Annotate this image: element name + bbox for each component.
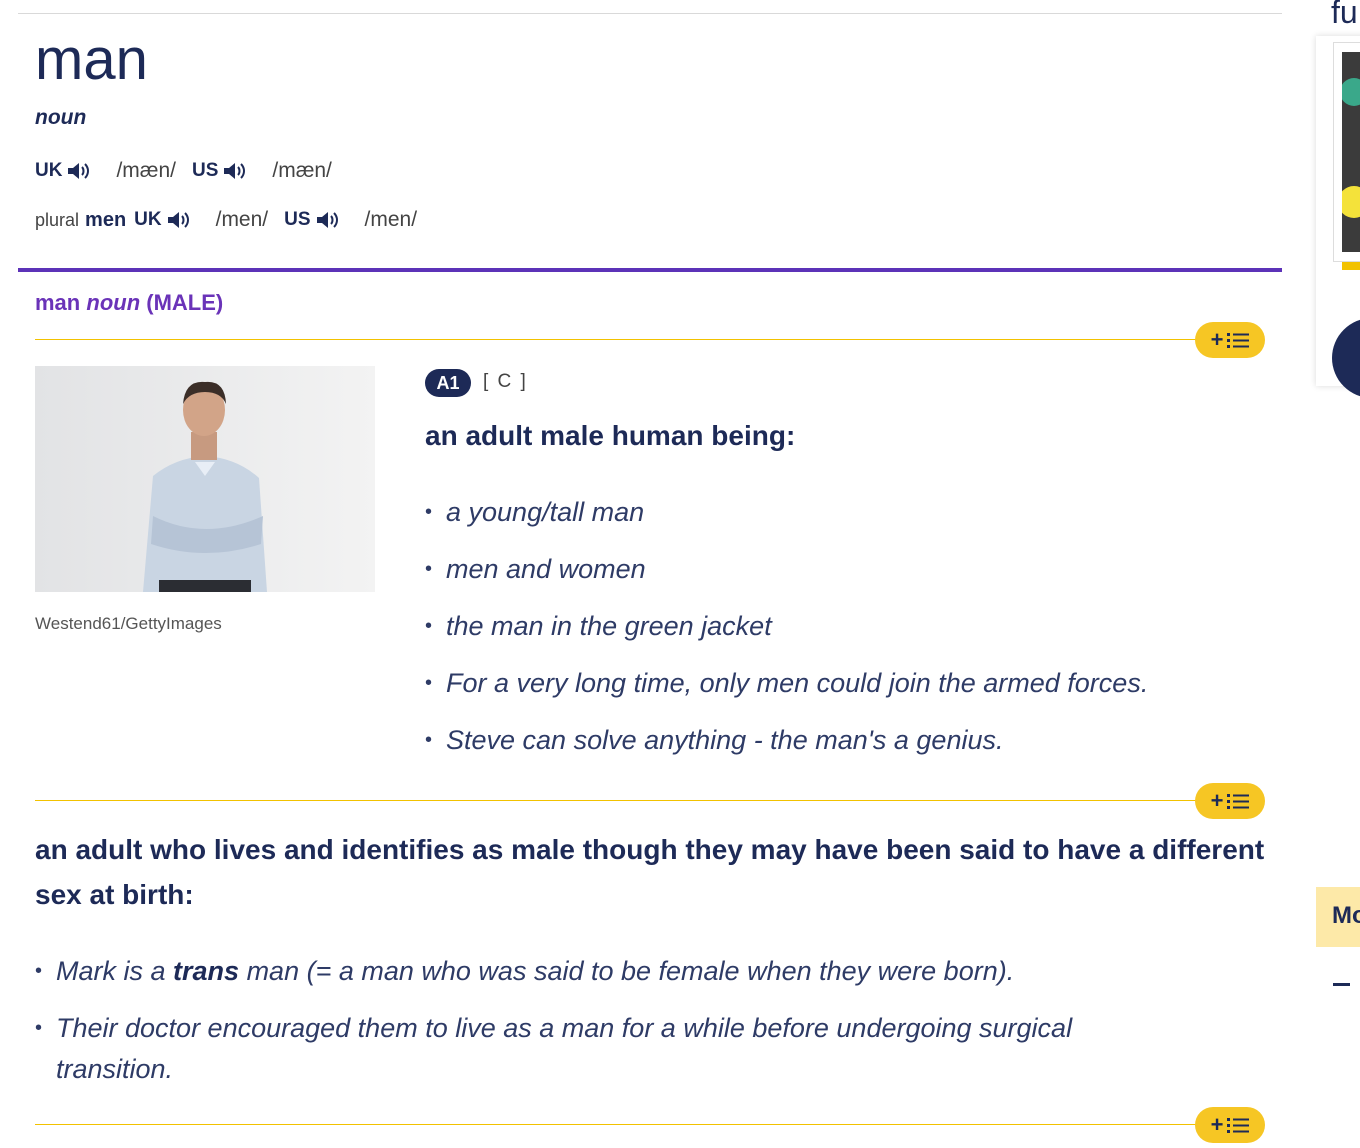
speaker-icon[interactable]: [164, 208, 194, 232]
sense-title: man noun (MALE): [35, 290, 223, 316]
sidebar-accent-bar: [1342, 262, 1360, 270]
speaker-icon[interactable]: [313, 208, 343, 232]
example-list: Mark is a trans man (= a man who was sai…: [35, 951, 1185, 1090]
plural-form: men: [85, 208, 127, 231]
pronunciation-row: UK /mæn/ US /mæn/: [35, 157, 348, 185]
list-icon: [1227, 1118, 1250, 1133]
speaker-icon[interactable]: [64, 159, 94, 183]
example-list: a young/tall man men and women the man i…: [425, 492, 1245, 777]
sidebar-image-content: [1338, 52, 1360, 252]
plus-label: +: [1210, 327, 1224, 352]
plural-pronunciation-row: plural men UK /men/ US /men/: [35, 206, 433, 234]
top-divider: [18, 13, 1282, 14]
entry-divider: [18, 268, 1282, 272]
example-item: the man in the green jacket: [425, 606, 1245, 663]
add-to-wordlist-button[interactable]: +: [1195, 783, 1265, 819]
example-item: a young/tall man: [425, 492, 1245, 549]
ipa-uk: /mæn/: [116, 159, 176, 182]
example-text: Mark is a: [56, 956, 174, 986]
more-panel[interactable]: Mo: [1316, 887, 1360, 947]
ipa-us: /mæn/: [272, 159, 332, 182]
cefr-level-badge[interactable]: A1: [425, 369, 471, 397]
list-icon: [1227, 333, 1250, 348]
region-uk: UK: [134, 209, 162, 230]
definition-photo[interactable]: [35, 366, 375, 592]
plus-label: +: [1210, 1112, 1224, 1137]
sense-word: man: [35, 290, 81, 315]
sense-guideword: (MALE): [146, 290, 224, 315]
list-icon: [1227, 794, 1250, 809]
ipa-us: /men/: [364, 208, 418, 231]
plural-label: plural: [35, 209, 80, 230]
sidebar-heading: fu: [1331, 0, 1358, 30]
sense-pos: noun: [86, 290, 141, 315]
collapse-icon[interactable]: [1333, 983, 1350, 986]
region-us: US: [191, 160, 219, 181]
grammar-code: [ C ]: [483, 371, 528, 392]
definition: an adult who lives and identifies as mal…: [35, 834, 1265, 910]
example-item: Mark is a trans man (= a man who was sai…: [35, 951, 1185, 1008]
example-text: man (= a man who was said to be female w…: [239, 956, 1015, 986]
headword: man: [35, 27, 148, 92]
region-uk: UK: [35, 160, 63, 181]
ipa-uk: /men/: [215, 208, 269, 231]
image-credit: Westend61/GettyImages: [35, 614, 222, 633]
plus-label: +: [1210, 788, 1224, 813]
example-item: For a very long time, only men could joi…: [425, 663, 1245, 720]
sense-divider: [35, 1124, 1205, 1125]
example-item: men and women: [425, 549, 1245, 606]
part-of-speech: noun: [35, 106, 87, 129]
sense-divider: [35, 800, 1205, 801]
definition: an adult male human being:: [425, 420, 796, 451]
example-keyword[interactable]: trans: [173, 956, 239, 986]
example-item: Their doctor encouraged them to live as …: [35, 1008, 1185, 1090]
region-us: US: [284, 209, 311, 230]
more-label: Mo: [1332, 902, 1360, 929]
speaker-icon[interactable]: [220, 159, 250, 183]
example-item: Steve can solve anything - the man's a g…: [425, 720, 1245, 777]
add-to-wordlist-button[interactable]: +: [1195, 322, 1265, 358]
sense-divider: [35, 339, 1205, 340]
add-to-wordlist-button[interactable]: +: [1195, 1107, 1265, 1143]
